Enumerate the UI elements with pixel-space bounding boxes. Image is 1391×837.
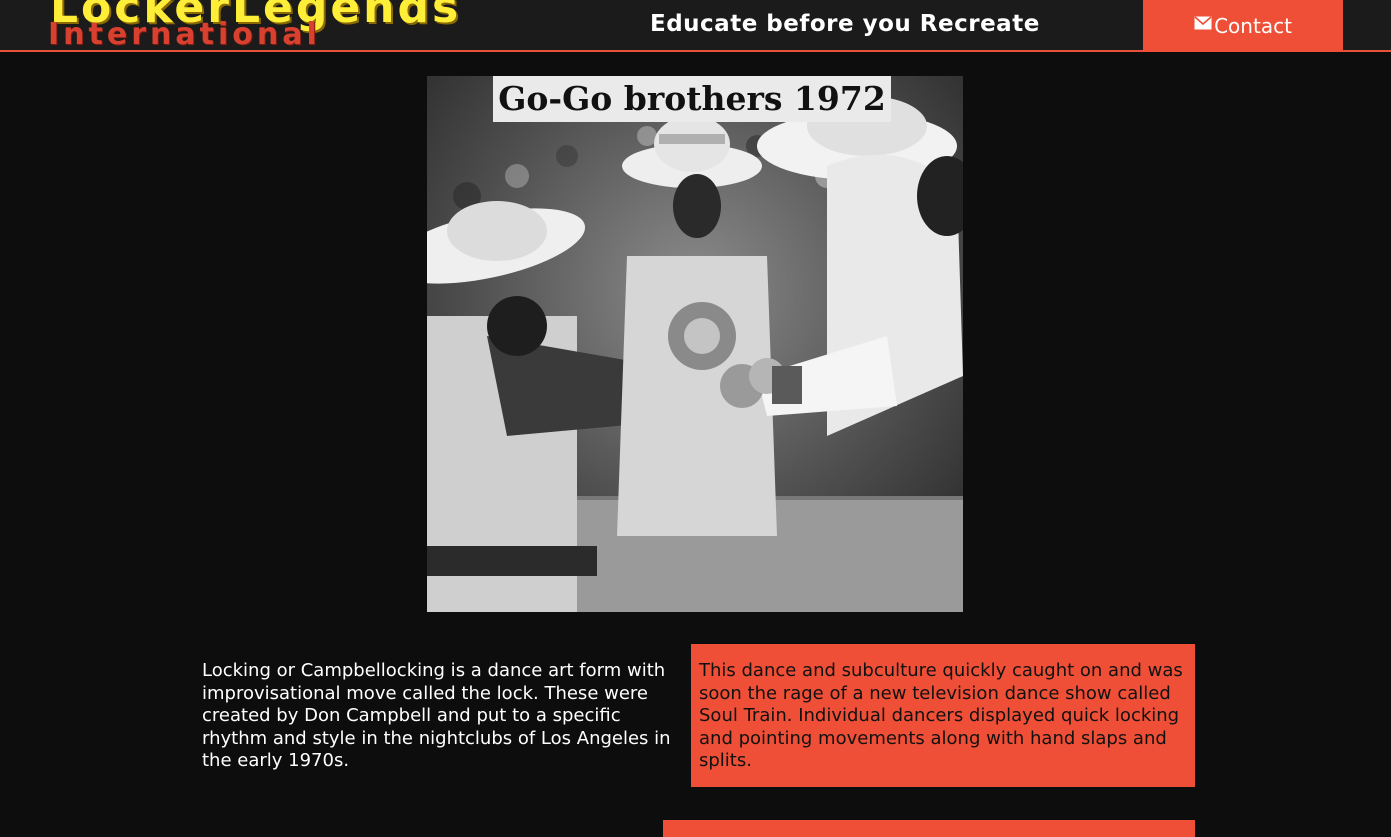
soul-train-paragraph: This dance and subculture quickly caught…	[699, 660, 1183, 771]
contact-label: Contact	[1214, 14, 1292, 38]
photo-caption: Go-Go brothers 1972	[493, 76, 891, 122]
intro-paragraph: Locking or Campbellocking is a dance art…	[202, 660, 671, 771]
contact-button[interactable]: Contact	[1143, 0, 1343, 52]
mail-icon	[1194, 16, 1212, 30]
photo-image	[427, 76, 963, 612]
logo-subtitle[interactable]: International	[48, 20, 321, 50]
next-content-block	[663, 820, 1195, 837]
go-go-brothers-photo: Go-Go brothers 1972	[427, 76, 963, 612]
site-header: LockerLegends International Educate befo…	[0, 0, 1391, 52]
soul-train-callout: This dance and subculture quickly caught…	[691, 644, 1195, 787]
site-tagline: Educate before you Recreate	[650, 11, 1040, 37]
